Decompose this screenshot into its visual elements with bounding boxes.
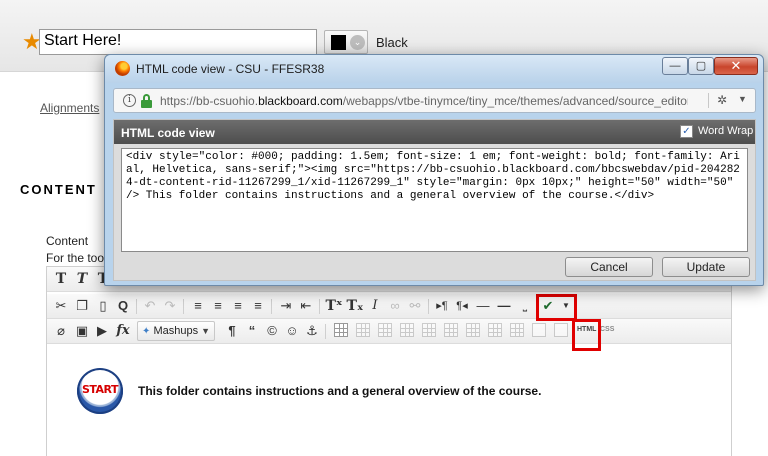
panel-title: HTML code view	[121, 126, 215, 140]
table-delete-icon[interactable]	[532, 323, 546, 337]
highlight-box-html-button	[572, 319, 601, 351]
color-picker-button[interactable]: ⌄	[324, 30, 368, 54]
toolbar-separator	[271, 299, 272, 314]
anchor-icon[interactable]: ⚓	[303, 322, 321, 340]
alignments-link[interactable]: Alignments	[40, 101, 99, 115]
insert-image-icon[interactable]: ▣	[73, 322, 91, 340]
chevron-down-icon[interactable]: ▼	[738, 94, 747, 104]
css-button[interactable]: CSS	[600, 326, 614, 333]
ltr-icon[interactable]: ▸¶	[433, 297, 451, 315]
cancel-button[interactable]: Cancel	[565, 257, 653, 277]
align-right-icon[interactable]: ≡	[229, 297, 247, 315]
insert-media-icon[interactable]: ▶	[93, 322, 111, 340]
text-style-button[interactable]: T	[73, 270, 91, 288]
align-left-icon[interactable]: ≡	[189, 297, 207, 315]
undo-icon[interactable]: ↶	[141, 297, 159, 315]
url-text[interactable]: https://bb-csuohio.blackboard.com/webapp…	[160, 94, 688, 108]
cut-icon[interactable]: ✂	[52, 297, 70, 315]
window-titlebar[interactable]: HTML code view - CSU - FFESR38 — ▢ ✕	[105, 55, 763, 83]
blockquote-icon[interactable]: “	[243, 322, 261, 340]
html-source-textarea[interactable]: <div style="color: #000; padding: 1.5em;…	[121, 148, 748, 252]
table-split-icon[interactable]	[488, 323, 502, 337]
toolbar-separator	[319, 299, 320, 314]
attach-file-icon[interactable]: ⌀	[52, 322, 70, 340]
maximize-button[interactable]: ▢	[688, 57, 714, 75]
window-title: HTML code view - CSU - FFESR38	[136, 62, 325, 76]
content-heading: CONTENT	[20, 182, 97, 197]
firefox-icon	[115, 61, 130, 76]
table-insert-col-icon[interactable]	[444, 323, 458, 337]
table-row-props-icon[interactable]	[356, 323, 370, 337]
highlight-box-spellcheck	[536, 294, 577, 321]
copyright-icon[interactable]: ©	[263, 322, 281, 340]
title-input[interactable]: Start Here!	[39, 29, 317, 55]
code-view-header: HTML code view ✓ Word Wrap	[114, 120, 755, 144]
paragraph-icon[interactable]: ¶	[223, 322, 241, 340]
addon-icon[interactable]: ✲	[717, 93, 727, 107]
subscript-icon[interactable]: Tₓ	[346, 297, 364, 315]
update-button[interactable]: Update	[662, 257, 750, 277]
clear-format-icon[interactable]: I	[366, 297, 384, 315]
paste-icon[interactable]: ▯	[94, 297, 112, 315]
mashups-dropdown[interactable]: ✦ Mashups ▼	[137, 321, 215, 341]
table-visual-aid-icon[interactable]	[554, 323, 568, 337]
unlink-icon[interactable]: ⚯	[406, 297, 424, 315]
table-delete-row-icon[interactable]	[422, 323, 436, 337]
link-icon[interactable]: ∞	[386, 297, 404, 315]
mashups-label: Mashups	[153, 325, 199, 337]
url-separator	[708, 93, 709, 108]
color-swatch	[331, 35, 346, 50]
math-icon[interactable]: fx	[114, 322, 132, 340]
color-name-label: Black	[376, 35, 408, 50]
align-center-icon[interactable]: ≡	[209, 297, 227, 315]
search-icon[interactable]: Q	[114, 297, 132, 315]
indent-icon[interactable]: ⇥	[277, 297, 295, 315]
mashups-icon: ✦	[142, 326, 151, 337]
toolbar-hint-text: For the tool	[46, 251, 107, 265]
editor-toolbar-row-2: ✂ ❐ ▯ Q ↶ ↷ ≡ ≡ ≡ ≡ ⇥ ⇤ Tˣ Tₓ I ∞ ⚯ ▸¶ ¶…	[47, 294, 731, 319]
align-justify-icon[interactable]: ≡	[249, 297, 267, 315]
editor-toolbar-row-3: ⌀ ▣ ▶ fx ✦ Mashups ▼ ¶ “ © ☺ ⚓ HTML CSS	[47, 319, 731, 344]
table-delete-col-icon[interactable]	[466, 323, 480, 337]
code-view-panel: HTML code view ✓ Word Wrap <div style="c…	[113, 119, 756, 281]
text-format-button[interactable]: T	[52, 270, 70, 288]
start-logo-icon: START	[77, 368, 123, 414]
word-wrap-label: Word Wrap	[698, 125, 754, 137]
rtl-icon[interactable]: ¶◂	[453, 297, 471, 315]
minimize-button[interactable]: —	[662, 57, 688, 75]
preview-text: This folder contains instructions and a …	[138, 384, 542, 398]
toolbar-separator	[183, 299, 184, 314]
chevron-down-icon: ▼	[201, 326, 210, 336]
info-icon[interactable]: i	[123, 94, 136, 107]
redo-icon[interactable]: ↷	[161, 297, 179, 315]
table-merge-icon[interactable]	[510, 323, 524, 337]
nbsp-icon[interactable]: ⎵	[516, 297, 534, 315]
content-editor: T T T ✂ ❐ ▯ Q ↶ ↷ ≡ ≡ ≡ ≡ ⇥ ⇤ Tˣ Tₓ I ∞ …	[46, 266, 732, 456]
hr-icon[interactable]: —	[474, 297, 492, 315]
outdent-icon[interactable]: ⇤	[297, 297, 315, 315]
hr-thick-icon[interactable]: —	[495, 297, 513, 315]
table-cell-props-icon[interactable]	[378, 323, 392, 337]
copy-icon[interactable]: ❐	[73, 297, 91, 315]
html-code-view-window: HTML code view - CSU - FFESR38 — ▢ ✕ i h…	[104, 54, 764, 286]
toolbar-separator	[428, 299, 429, 314]
emoticon-icon[interactable]: ☺	[283, 322, 301, 340]
superscript-icon[interactable]: Tˣ	[325, 297, 343, 315]
content-label: Content	[46, 234, 89, 248]
table-insert-row-icon[interactable]	[400, 323, 414, 337]
toolbar-separator	[136, 299, 137, 314]
url-bar[interactable]: i https://bb-csuohio.blackboard.com/weba…	[113, 88, 756, 113]
close-button[interactable]: ✕	[714, 57, 758, 75]
chevron-down-icon: ⌄	[350, 35, 365, 50]
lock-icon	[141, 94, 152, 108]
toolbar-separator	[325, 324, 326, 339]
checkbox-check-icon[interactable]: ✓	[680, 125, 693, 138]
insert-table-icon[interactable]	[334, 323, 348, 337]
